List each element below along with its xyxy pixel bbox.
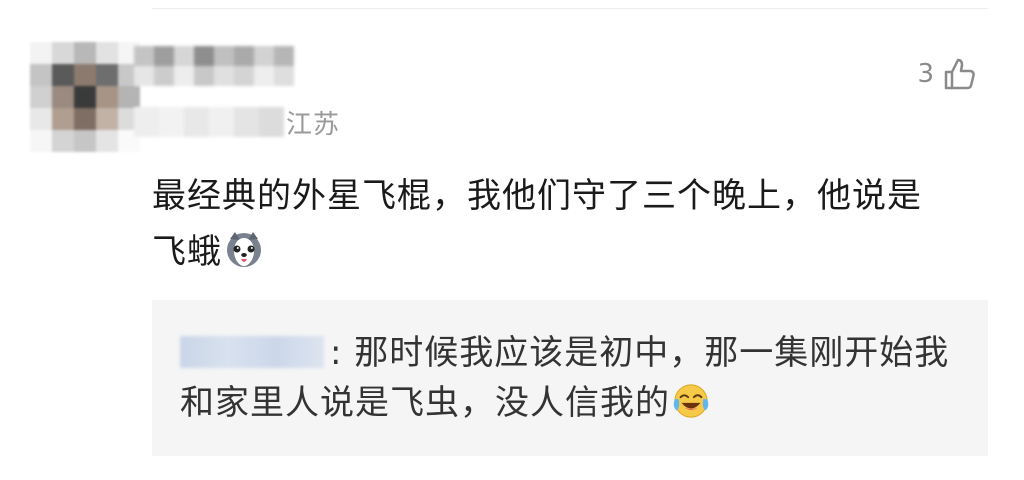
husky-dog-emoji-icon [227,232,261,267]
like-button[interactable]: 3 [917,56,978,92]
divider [152,8,988,9]
timestamp-redacted [134,107,284,137]
reply-text: 那时候我应该是初中，那一集刚开始我和家里人说是飞虫，没人信我的 [180,333,950,423]
reply-body: : 那时候我应该是初中，那一集刚开始我和家里人说是飞虫，没人信我的 [180,328,970,428]
comment-body: 最经典的外星飞棍，我他们守了三个晚上，他说是飞蛾 [152,168,952,280]
location-row: 江苏 [134,104,340,140]
comment-card: 江苏 3 最经典的外星飞棍，我他们守了三个晚上，他说是飞蛾 : 那时候我应该是初… [0,0,1024,480]
laughing-crying-emoji-icon [673,384,709,418]
thumbs-up-icon [944,58,975,90]
reply-separator: : [330,333,343,373]
comment-text: 最经典的外星飞棍，我他们守了三个晚上，他说是飞蛾 [152,176,922,272]
location-label: 江苏 [286,109,341,140]
username[interactable] [134,46,294,86]
reply-box[interactable]: : 那时候我应该是初中，那一集刚开始我和家里人说是飞虫，没人信我的 [152,300,988,456]
like-count: 3 [917,59,934,89]
avatar[interactable] [30,42,140,152]
